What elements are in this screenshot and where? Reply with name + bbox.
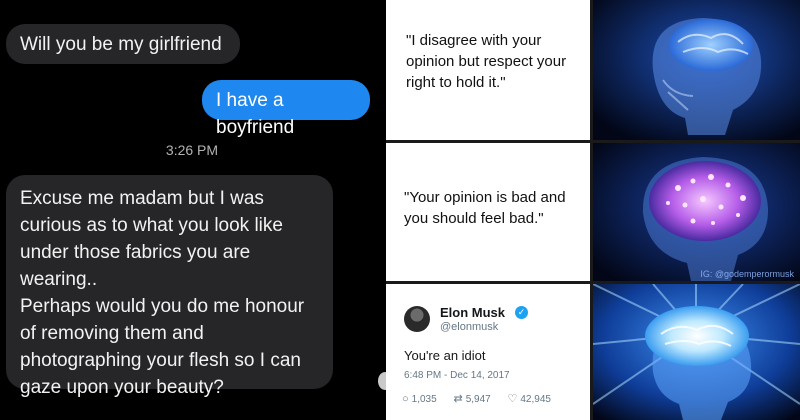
meme-text-panel-1: "I disagree with your opinion but respec… [386, 0, 590, 140]
message-line: gaze upon your beauty? [20, 377, 224, 398]
brain-panel-2: IG: @godemperormusk [593, 143, 800, 281]
like-icon: ♡ [507, 393, 518, 405]
tweet-author-handle: @elonmusk [440, 321, 499, 333]
message-line: of removing them and [20, 323, 204, 344]
watermark: IG: @godemperormusk [700, 269, 794, 279]
small-brain-image [593, 0, 800, 140]
expanding-brain-meme: "I disagree with your opinion but respec… [386, 0, 800, 420]
tweet-card: Elon Musk ✓ @elonmusk You're an idiot 6:… [386, 284, 590, 420]
meme-quote-2: "Your opinion is bad and you should feel… [404, 189, 566, 227]
radiant-brain-image [593, 284, 800, 420]
tweet-stats: ○ 1,035 ⇄ 5,947 ♡ 42,945 [402, 392, 565, 405]
message-line: curious as to what you look like [20, 215, 283, 236]
like-stat: ♡ 42,945 [508, 392, 551, 405]
reply-stat: ○ 1,035 [402, 393, 437, 405]
tweet-author-name: Elon Musk [440, 305, 506, 320]
meme-text-panel-3: Elon Musk ✓ @elonmusk You're an idiot 6:… [386, 284, 590, 420]
brain-panel-3 [593, 284, 800, 420]
avatar [404, 306, 430, 332]
message-line: photographing your flesh so I can [20, 350, 301, 371]
retweet-icon: ⇄ [453, 393, 463, 405]
incoming-message-2: Excuse me madam but I was curious as to … [6, 175, 333, 398]
tweet-text: You're an idiot [404, 348, 486, 363]
message-line: under those fabrics you are [20, 242, 251, 263]
verified-icon: ✓ [515, 306, 528, 319]
meme-text-panel-2: "Your opinion is bad and you should feel… [386, 143, 590, 281]
message-line: wearing.. [20, 269, 98, 290]
brain-panel-1 [593, 0, 800, 140]
tweet-timestamp: 6:48 PM - Dec 14, 2017 [404, 370, 510, 381]
reply-icon: ○ [402, 393, 409, 405]
glowing-brain-image [593, 143, 800, 281]
outgoing-message: I have a boyfriend [202, 80, 370, 138]
reply-count: 1,035 [411, 394, 437, 405]
meme-quote-1: "I disagree with your opinion but respec… [406, 32, 567, 91]
message-timestamp: 3:26 PM [165, 142, 219, 158]
retweet-stat: ⇄ 5,947 [453, 392, 490, 405]
incoming-message-1: Will you be my girlfriend [6, 24, 240, 64]
message-line: Excuse me madam but I was [20, 188, 264, 209]
message-line: Perhaps would you do me honour [20, 296, 305, 317]
retweet-count: 5,947 [465, 394, 491, 405]
like-count: 42,945 [520, 394, 551, 405]
chat-screenshot: Will you be my girlfriend I have a boyfr… [0, 0, 384, 420]
